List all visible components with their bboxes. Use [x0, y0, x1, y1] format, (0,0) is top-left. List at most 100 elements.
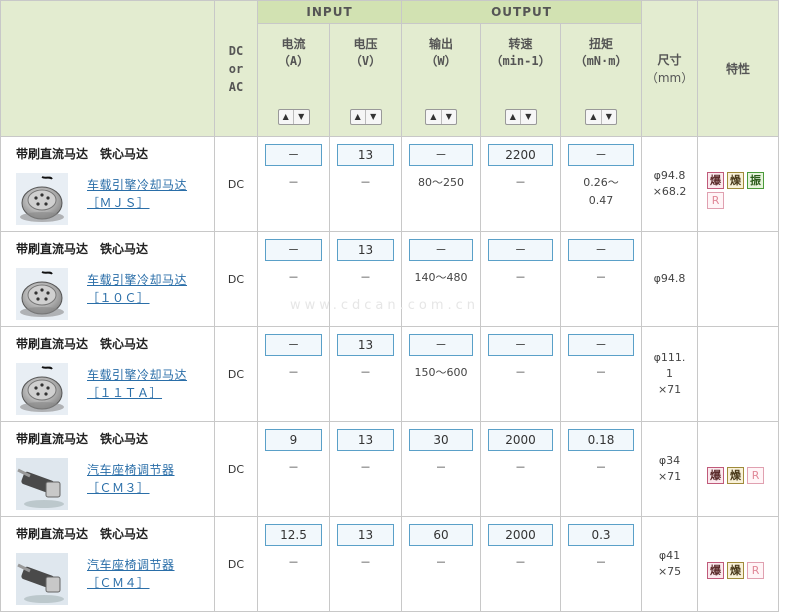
- sort-asc-icon[interactable]: ▲: [506, 110, 522, 124]
- current-cell: －－: [257, 326, 330, 422]
- voltage-cell: 13 －: [328, 231, 403, 327]
- speed-note: －: [515, 366, 527, 379]
- dc-ac-cell: DC: [214, 136, 258, 232]
- voltage-value-box[interactable]: 13: [337, 524, 395, 546]
- current-cell: 12.5 －: [257, 516, 330, 612]
- product-image[interactable]: [16, 553, 68, 605]
- speed-value-box[interactable]: 2200: [488, 144, 554, 166]
- power-cell: 30 －: [401, 421, 482, 517]
- power-value-box[interactable]: －: [409, 144, 474, 166]
- table-row: 带刷直流马达 铁心马达 车载引擎冷却马达 ［１１ＴＡ］ DC －－ 13 －－ 150～600…: [0, 326, 780, 422]
- torque-value-box[interactable]: －: [568, 239, 635, 261]
- size-line: φ34: [658, 454, 681, 467]
- size-line: ×68.2: [652, 185, 687, 198]
- product-link[interactable]: 车载引擎冷却马达 ［１１ＴＡ］: [87, 366, 187, 402]
- voltage-note: －: [360, 176, 371, 189]
- voltage-value-box[interactable]: 13: [337, 429, 395, 451]
- feature-badge-icon[interactable]: 燥: [727, 466, 745, 484]
- header-input-group: INPUT: [256, 0, 403, 24]
- product-image[interactable]: [16, 268, 68, 320]
- torque-note: －: [595, 461, 607, 474]
- voltage-value-box[interactable]: 13: [337, 334, 395, 356]
- size-line: ×71: [657, 383, 682, 396]
- current-value-box[interactable]: －: [265, 334, 322, 356]
- sort-desc-icon[interactable]: ▼: [294, 110, 309, 124]
- product-cell: 带刷直流马达 铁心马达 车载引擎冷却马达 ［１１ＴＡ］: [0, 326, 215, 422]
- product-image[interactable]: [16, 458, 68, 510]
- torque-value-box[interactable]: －: [568, 144, 635, 166]
- product-image[interactable]: [16, 363, 68, 415]
- speed-value-box[interactable]: －: [488, 239, 554, 261]
- table-row: 带刷直流马达 铁心马达 车载引擎冷却马达 ［１０Ｃ］ DC －－ 13 －－ 140～480 －…: [0, 231, 780, 327]
- feature-badge-icon[interactable]: R: [747, 466, 765, 484]
- product-link[interactable]: 车载引擎冷却马达 ［ＭＪＳ］: [87, 176, 187, 212]
- size-line: ×71: [657, 470, 682, 483]
- feature-badge-icon[interactable]: 燥: [727, 171, 745, 189]
- sort-asc-icon[interactable]: ▲: [351, 110, 366, 124]
- sort-desc-icon[interactable]: ▼: [521, 110, 536, 124]
- current-value-box[interactable]: －: [265, 144, 322, 166]
- torque-value-box[interactable]: 0.3: [568, 524, 635, 546]
- speed-cell: 2000 －: [480, 421, 562, 517]
- voltage-note: －: [360, 461, 371, 474]
- feature-badge-icon[interactable]: 振: [747, 171, 765, 189]
- power-value-box[interactable]: －: [409, 239, 474, 261]
- product-link[interactable]: 车载引擎冷却马达 ［１０Ｃ］: [87, 271, 187, 307]
- features-cell: [697, 326, 780, 422]
- power-note: －: [435, 461, 447, 474]
- voltage-cell: 13 －: [328, 516, 403, 612]
- size-cell: φ111. 1 ×71: [641, 326, 699, 422]
- current-value-box[interactable]: －: [265, 239, 322, 261]
- sort-desc-icon[interactable]: ▼: [602, 110, 617, 124]
- size-cell: φ94.8 ×68.2: [641, 136, 699, 232]
- sort-desc-icon[interactable]: ▼: [366, 110, 381, 124]
- header-current: 电流 （A） ▲ ▼: [257, 23, 330, 137]
- product-category: 带刷直流马达 铁心马达: [16, 242, 149, 256]
- speed-value-box[interactable]: 2000: [488, 524, 554, 546]
- voltage-value-box[interactable]: 13: [337, 239, 395, 261]
- dc-ac-cell: DC: [214, 326, 258, 422]
- sort-torque-control[interactable]: ▲ ▼: [585, 109, 618, 125]
- product-link[interactable]: 汽车座椅调节器 ［ＣＭ３］: [87, 461, 175, 497]
- feature-badge-icon[interactable]: R: [747, 561, 765, 579]
- sort-power-control[interactable]: ▲ ▼: [425, 109, 458, 125]
- header-torque: 扭矩 （mN·m） ▲ ▼: [560, 23, 643, 137]
- current-value-box[interactable]: 12.5: [265, 524, 322, 546]
- product-image[interactable]: [16, 173, 68, 225]
- torque-value-box[interactable]: －: [568, 334, 635, 356]
- speed-value-box[interactable]: 2000: [488, 429, 554, 451]
- product-link[interactable]: 汽车座椅调节器 ［ＣＭ４］: [87, 556, 175, 592]
- sort-asc-icon[interactable]: ▲: [426, 110, 442, 124]
- size-line: ×75: [657, 565, 682, 578]
- product-category: 带刷直流马达 铁心马达: [16, 147, 149, 161]
- speed-note: －: [515, 461, 527, 474]
- sort-voltage-control[interactable]: ▲ ▼: [349, 109, 382, 125]
- header-blank: [0, 0, 215, 137]
- power-value-box[interactable]: －: [409, 334, 474, 356]
- feature-badge-icon[interactable]: R: [707, 191, 725, 209]
- sort-speed-control[interactable]: ▲ ▼: [504, 109, 537, 125]
- torque-note: －: [595, 556, 607, 569]
- features-cell: 爆燥R: [697, 421, 780, 517]
- power-value-box[interactable]: 30: [409, 429, 474, 451]
- feature-badge-icon[interactable]: 燥: [727, 561, 745, 579]
- power-value-box[interactable]: 60: [409, 524, 474, 546]
- sort-current-control[interactable]: ▲ ▼: [277, 109, 310, 125]
- torque-value-box[interactable]: 0.18: [568, 429, 635, 451]
- power-cell: 60 －: [401, 516, 482, 612]
- feature-badge-icon[interactable]: 爆: [707, 171, 725, 189]
- voltage-value-box[interactable]: 13: [337, 144, 395, 166]
- motor-spec-table: DC or AC INPUT OUTPUT 尺寸 （mm） 特性 电流 （A） ▲ ▼ 电压…: [0, 0, 780, 612]
- dc-ac-cell: DC: [214, 421, 258, 517]
- current-value-box[interactable]: 9: [265, 429, 322, 451]
- sort-desc-icon[interactable]: ▼: [442, 110, 457, 124]
- torque-cell: －－: [560, 231, 643, 327]
- feature-badge-icon[interactable]: 爆: [707, 561, 725, 579]
- power-cell: － 80～250: [401, 136, 482, 232]
- voltage-cell: 13 －: [328, 326, 403, 422]
- sort-asc-icon[interactable]: ▲: [279, 110, 294, 124]
- feature-badge-icon[interactable]: 爆: [707, 466, 725, 484]
- sort-asc-icon[interactable]: ▲: [586, 110, 602, 124]
- dc-ac-cell: DC: [214, 516, 258, 612]
- speed-value-box[interactable]: －: [488, 334, 554, 356]
